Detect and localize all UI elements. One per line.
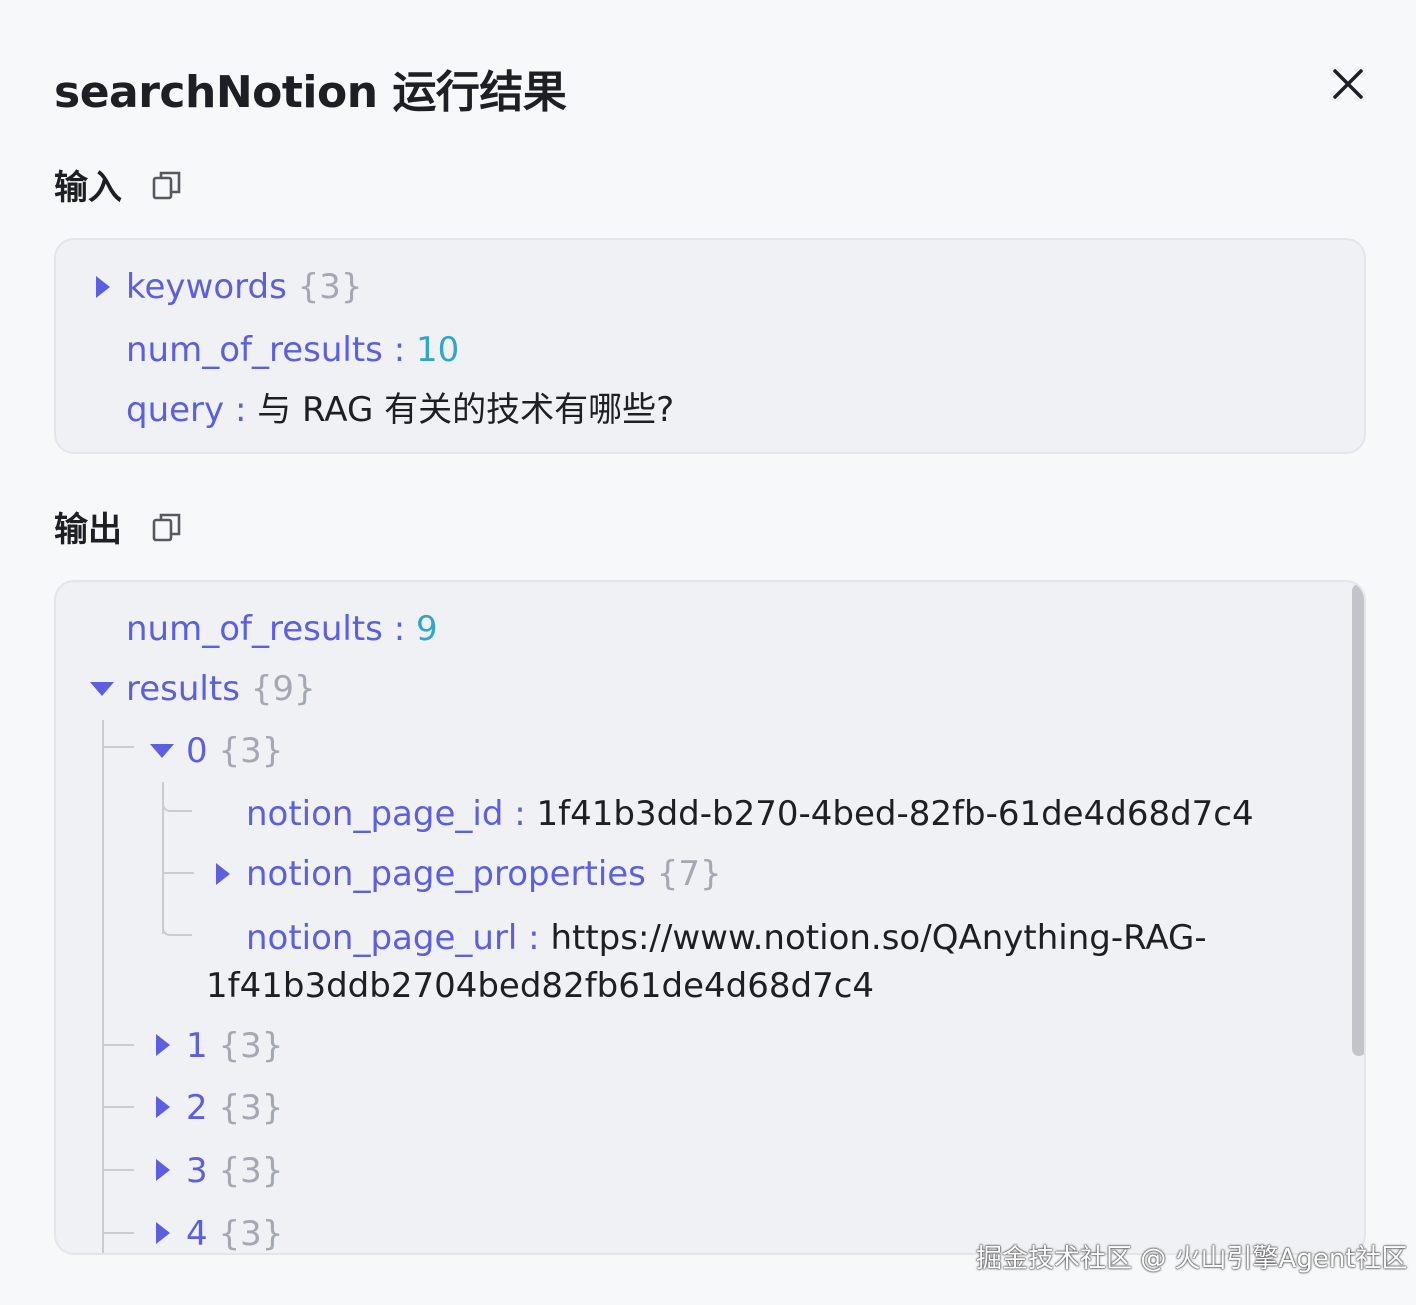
json-count: {3} — [218, 1151, 284, 1191]
json-string-value: 1f41b3ddb2704bed82fb61de4d68d7c4 — [206, 966, 875, 1006]
json-row-item-4[interactable]: 4 {3} — [186, 1212, 284, 1254]
caret-right-icon[interactable] — [156, 1034, 170, 1056]
json-row-item-2[interactable]: 2 {3} — [186, 1086, 283, 1130]
json-key: num_of_results — [126, 330, 383, 370]
input-section-header: 输入 — [54, 160, 182, 209]
json-key: results — [126, 669, 240, 709]
json-row-item-0[interactable]: 0 {3} — [186, 729, 283, 773]
json-separator: : — [224, 390, 258, 430]
json-string-value: https://www.notion.so/QAnything-RAG- — [550, 918, 1207, 958]
json-separator: : — [382, 609, 416, 649]
caret-right-icon[interactable] — [96, 276, 110, 298]
json-row-notion-page-url: notion_page_url : https://www.notion.so/… — [246, 916, 1207, 960]
json-key: keywords — [126, 267, 287, 307]
json-row-num-of-results: num_of_results : 10 — [126, 328, 459, 372]
tree-connector — [104, 746, 134, 748]
tree-connector — [104, 1106, 134, 1108]
json-key: query — [126, 390, 225, 430]
copy-output-button[interactable] — [152, 511, 182, 543]
input-json-panel: keywords {3} num_of_results : 10 query :… — [54, 238, 1366, 454]
json-number-value: 10 — [415, 330, 460, 370]
json-count: {3} — [218, 1026, 284, 1066]
caret-down-icon[interactable] — [150, 744, 174, 758]
tree-connector — [104, 1044, 134, 1046]
json-key: notion_page_id — [246, 794, 504, 834]
copy-icon — [152, 513, 181, 541]
caret-right-icon[interactable] — [216, 863, 230, 885]
dialog-title: searchNotion 运行结果 — [54, 67, 567, 118]
json-key: notion_page_properties — [246, 854, 646, 894]
json-string-value: 1f41b3dd-b270-4bed-82fb-61de4d68d7c4 — [536, 794, 1254, 834]
close-button[interactable] — [1326, 62, 1370, 106]
json-row-notion-page-url-continued: 1f41b3ddb2704bed82fb61de4d68d7c4 — [206, 964, 874, 1008]
caret-down-icon[interactable] — [90, 682, 114, 696]
json-count: {3} — [218, 731, 284, 771]
input-heading: 输入 — [54, 168, 122, 208]
json-key: 2 — [186, 1088, 208, 1128]
json-string-value: 与 RAG 有关的技术有哪些? — [257, 390, 675, 430]
json-separator: : — [517, 918, 551, 958]
json-separator: : — [382, 330, 416, 370]
tree-connector — [162, 914, 192, 936]
json-row-notion-page-id: notion_page_id : 1f41b3dd-b270-4bed-82fb… — [246, 792, 1254, 836]
tree-connector — [104, 1232, 134, 1234]
json-separator: : — [503, 794, 537, 834]
json-row-query: query : 与 RAG 有关的技术有哪些? — [126, 388, 674, 432]
json-key: 1 — [186, 1026, 208, 1066]
json-key: 3 — [186, 1151, 208, 1191]
output-section-header: 输出 — [54, 502, 182, 551]
json-row-num-of-results: num_of_results : 9 — [126, 607, 438, 651]
json-key: 0 — [186, 731, 208, 771]
json-count: {3} — [218, 1088, 284, 1128]
output-json-panel: num_of_results : 9 results {9} 0 {3} not… — [54, 580, 1366, 1255]
json-row-notion-page-properties[interactable]: notion_page_properties {7} — [246, 852, 722, 896]
json-key: notion_page_url — [246, 918, 518, 958]
close-icon — [1333, 69, 1363, 99]
caret-right-icon[interactable] — [156, 1222, 170, 1244]
copy-icon — [152, 171, 181, 199]
tree-connector — [162, 790, 192, 812]
json-row-results[interactable]: results {9} — [126, 667, 316, 711]
json-number-value: 9 — [415, 609, 438, 649]
json-count: {3} — [218, 1214, 284, 1254]
json-count: {9} — [250, 669, 316, 709]
tree-connector — [164, 872, 194, 874]
tree-connector — [104, 1169, 134, 1171]
copy-input-button[interactable] — [152, 169, 182, 201]
tree-guide-line — [102, 720, 104, 1253]
caret-right-icon[interactable] — [156, 1159, 170, 1181]
json-row-item-3[interactable]: 3 {3} — [186, 1149, 283, 1193]
json-key: 4 — [186, 1214, 208, 1254]
json-count: {3} — [297, 267, 363, 307]
output-heading: 输出 — [54, 510, 122, 550]
vertical-scrollbar-thumb[interactable] — [1352, 584, 1364, 1056]
watermark: 掘金技术社区 @ 火山引擎Agent社区 — [976, 1244, 1408, 1274]
json-count: {7} — [656, 854, 722, 894]
json-key: num_of_results — [126, 609, 383, 649]
json-row-keywords[interactable]: keywords {3} — [126, 265, 363, 309]
json-row-item-1[interactable]: 1 {3} — [186, 1024, 283, 1068]
caret-right-icon[interactable] — [156, 1096, 170, 1118]
